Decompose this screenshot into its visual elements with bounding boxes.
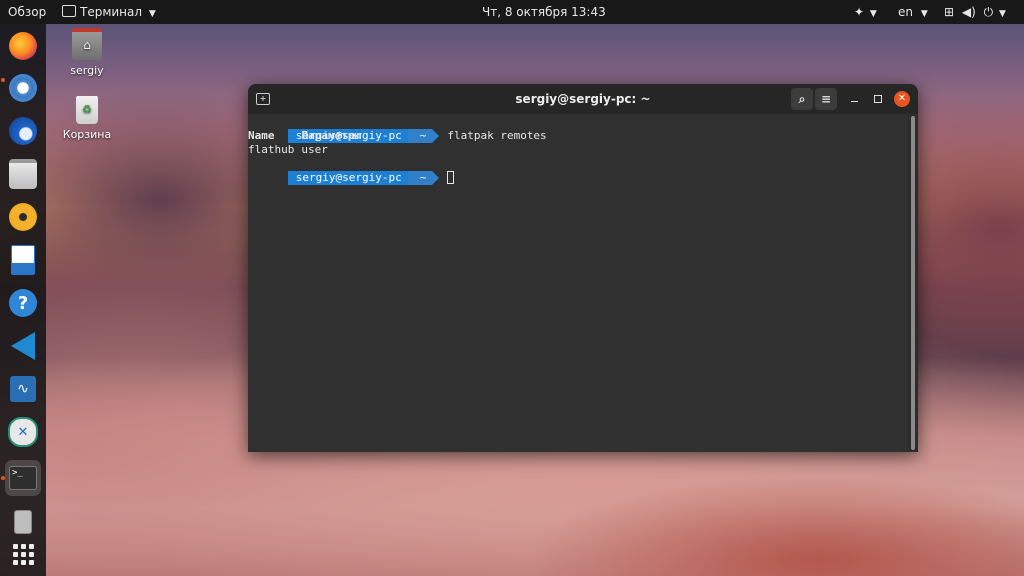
- dock-help[interactable]: ?: [5, 285, 41, 321]
- language-menu[interactable]: en ▼: [898, 0, 928, 24]
- output-header-options: Параметры: [301, 129, 362, 142]
- output-header-name: Name: [248, 129, 275, 142]
- chevron-down-icon: ▼: [998, 9, 1006, 19]
- top-bar: Обзор Терминал ▼ Чт, 8 октября 13:43 ✦ ▼…: [0, 0, 1024, 24]
- writer-icon: [11, 245, 35, 275]
- chromium-icon: [9, 74, 37, 102]
- output-header-line: Name Параметры: [248, 129, 361, 143]
- xfce-app-icon: ✕: [8, 417, 38, 447]
- new-tab-icon: +: [256, 93, 270, 105]
- desktop-home-folder[interactable]: ⌂ sergiy: [57, 28, 117, 77]
- dock-system-monitor[interactable]: ∿: [5, 371, 41, 407]
- search-icon: ⌕: [798, 91, 806, 106]
- text-cursor: [447, 171, 455, 184]
- help-icon: ?: [9, 289, 37, 317]
- maximize-button[interactable]: [867, 88, 889, 110]
- dock-usb-drive[interactable]: [5, 504, 41, 540]
- minimize-button[interactable]: [843, 88, 865, 110]
- desktop-trash[interactable]: ♻ Корзина: [57, 96, 117, 141]
- rhythmbox-icon: [9, 203, 37, 231]
- terminal-window: + sergiy@sergiy-pc: ~ ⌕ ≡ ✕ sergiy@sergi…: [248, 84, 918, 452]
- search-button[interactable]: ⌕: [791, 88, 813, 110]
- language-label: en: [898, 5, 913, 19]
- new-tab-button[interactable]: +: [252, 88, 274, 110]
- prompt-user-segment: sergiy@sergiy-pc: [287, 171, 408, 185]
- trash-icon: ♻: [76, 96, 98, 124]
- volume-icon: ◀): [961, 5, 976, 19]
- window-titlebar[interactable]: + sergiy@sergiy-pc: ~ ⌕ ≡ ✕: [248, 84, 918, 114]
- close-icon: ✕: [897, 93, 907, 104]
- show-apps-icon: [12, 543, 34, 565]
- chevron-down-icon: ▼: [869, 9, 877, 19]
- dock-vscode[interactable]: [5, 328, 41, 364]
- power-icon: ⏻: [983, 5, 994, 19]
- close-button[interactable]: ✕: [894, 91, 910, 107]
- dock-app[interactable]: ✕: [5, 414, 41, 450]
- system-monitor-icon: ∿: [10, 376, 36, 402]
- dock-firefox[interactable]: [5, 28, 41, 64]
- thunderbird-icon: [9, 117, 37, 145]
- prompt-dir-segment: ~: [407, 129, 433, 143]
- prompt-dir-segment: ~: [407, 171, 433, 185]
- command-text: flatpak remotes: [447, 129, 547, 142]
- terminal-app-icon: [62, 5, 76, 17]
- network-icon: ⊞: [944, 5, 955, 19]
- dock-thunderbird[interactable]: [5, 113, 41, 149]
- dock-rhythmbox[interactable]: [5, 199, 41, 235]
- activities-button[interactable]: Обзор: [8, 0, 46, 24]
- prompt-arrow-icon: [432, 129, 440, 143]
- app-menu-label: Терминал: [80, 5, 143, 19]
- prompt-line: sergiy@sergiy-pc ~ flatpak remotes: [248, 115, 547, 143]
- hamburger-icon: ≡: [820, 92, 832, 106]
- chevron-down-icon: ▼: [920, 9, 928, 19]
- chevron-down-icon: ▼: [148, 9, 156, 19]
- desktop-home-label: sergiy: [70, 64, 104, 77]
- home-folder-icon: ⌂: [72, 28, 102, 60]
- output-cell-options: user: [301, 143, 328, 156]
- clock[interactable]: Чт, 8 октября 13:43: [482, 0, 606, 24]
- show-apps-button[interactable]: [5, 536, 41, 572]
- accessibility-icon: ✦: [854, 5, 865, 19]
- maximize-icon: [874, 95, 882, 103]
- output-cell-name: flathub: [248, 143, 295, 156]
- scrollbar-thumb[interactable]: [911, 116, 915, 450]
- app-menu-button[interactable]: Терминал ▼: [62, 0, 156, 24]
- vscode-icon: [11, 332, 35, 360]
- dock-files[interactable]: [5, 156, 41, 192]
- desktop-trash-label: Корзина: [62, 128, 112, 141]
- terminal-icon: >_: [9, 466, 37, 490]
- running-indicator: [1, 476, 5, 480]
- dock: ? ∿ ✕ >_: [0, 24, 46, 576]
- menu-button[interactable]: ≡: [815, 88, 837, 110]
- usb-drive-icon: [14, 510, 32, 534]
- dock-writer[interactable]: [5, 242, 41, 278]
- accessibility-menu[interactable]: ✦ ▼: [854, 0, 877, 24]
- files-icon: [9, 159, 37, 189]
- dock-terminal[interactable]: >_: [5, 460, 41, 496]
- terminal-content[interactable]: sergiy@sergiy-pc ~ flatpak remotes Name Пар…: [248, 114, 908, 452]
- firefox-icon: [9, 32, 37, 60]
- prompt-arrow-icon: [432, 171, 440, 185]
- dock-chromium[interactable]: [5, 70, 41, 106]
- prompt-line: sergiy@sergiy-pc ~: [248, 157, 455, 185]
- scrollbar[interactable]: [908, 114, 918, 452]
- minimize-icon: [850, 100, 858, 102]
- output-row: flathub user: [248, 143, 328, 157]
- system-menu[interactable]: ⊞ ◀) ⏻ ▼: [944, 0, 1006, 24]
